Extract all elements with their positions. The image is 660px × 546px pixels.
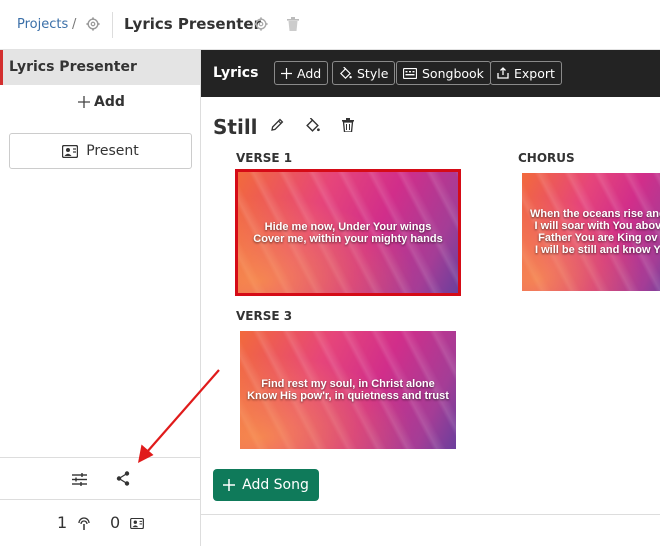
song-style-paint-bucket-icon[interactable] <box>304 117 320 133</box>
lyrics-section-title: Lyrics <box>213 65 259 81</box>
sidebar-tools <box>0 457 200 499</box>
present-label: Present <box>86 143 139 159</box>
add-song-button[interactable]: Add Song <box>213 469 319 501</box>
slide-label-verse-3: VERSE 3 <box>236 309 293 323</box>
song-title: Still <box>213 115 258 139</box>
breadcrumb-separator: / <box>72 17 77 32</box>
display-count: 0 <box>110 513 121 532</box>
project-delete-trash-icon[interactable] <box>285 16 301 32</box>
paint-bucket-icon <box>340 66 352 79</box>
project-title: Lyrics Presenter <box>124 15 261 33</box>
toolbar-add-button[interactable]: Add <box>274 61 329 85</box>
songbook-icon <box>403 67 417 79</box>
display-present-icon <box>129 516 145 530</box>
add-song-label: Add Song <box>242 477 309 493</box>
plus-icon <box>223 479 236 491</box>
projects-settings-gear-icon[interactable] <box>85 16 101 32</box>
edit-song-pencil-icon[interactable] <box>269 117 285 133</box>
slide-verse-3[interactable]: Find rest my soul, in Christ alone Know … <box>240 331 456 449</box>
sidebar-header-title: Lyrics Presenter <box>9 59 137 75</box>
slide-chorus[interactable]: When the oceans rise and I will soar wit… <box>522 173 660 291</box>
topbar-divider <box>112 12 113 38</box>
slide-lyrics: Find rest my soul, in Christ alone Know … <box>247 378 449 402</box>
sidebar-add-button[interactable]: Add <box>78 94 125 110</box>
slide-lyrics: When the oceans rise and I will soar wit… <box>530 208 660 256</box>
remote-icon <box>77 516 91 530</box>
present-button[interactable]: Present <box>9 133 192 169</box>
toolbar-songbook-label: Songbook <box>422 65 484 81</box>
slide-label-chorus: CHORUS <box>518 151 575 165</box>
toolbar-export-button[interactable]: Export <box>490 61 562 85</box>
sliders-icon[interactable] <box>71 471 87 487</box>
plus-icon <box>78 96 90 108</box>
delete-song-trash-icon[interactable] <box>341 117 355 133</box>
export-icon <box>497 67 509 79</box>
sidebar-header[interactable]: Lyrics Presenter <box>0 50 200 85</box>
toolbar-songbook-button[interactable]: Songbook <box>396 61 491 85</box>
slide-lyrics: Hide me now, Under Your wings Cover me, … <box>253 220 443 245</box>
top-bar: Projects / Lyrics Presenter <box>0 0 660 50</box>
toolbar-add-label: Add <box>297 65 322 81</box>
toolbar-export-label: Export <box>514 65 555 81</box>
remote-count: 1 <box>57 513 68 532</box>
share-icon[interactable] <box>115 470 131 486</box>
present-icon <box>62 144 79 158</box>
breadcrumb-projects-link[interactable]: Projects <box>17 17 68 32</box>
project-settings-gear-icon[interactable] <box>253 16 269 32</box>
main-divider <box>201 514 660 515</box>
sidebar: Lyrics Presenter Add Present 1 0 <box>0 50 201 546</box>
slide-label-verse-1: VERSE 1 <box>236 151 293 165</box>
sidebar-stats: 1 0 <box>0 499 200 546</box>
lyrics-toolbar: Lyrics Add Style Songbook Export <box>201 50 660 97</box>
toolbar-style-label: Style <box>357 65 389 81</box>
sidebar-add-label: Add <box>94 94 125 110</box>
toolbar-style-button[interactable]: Style <box>332 61 396 85</box>
plus-icon <box>281 67 292 79</box>
slide-verse-1[interactable]: Hide me now, Under Your wings Cover me, … <box>235 169 461 296</box>
